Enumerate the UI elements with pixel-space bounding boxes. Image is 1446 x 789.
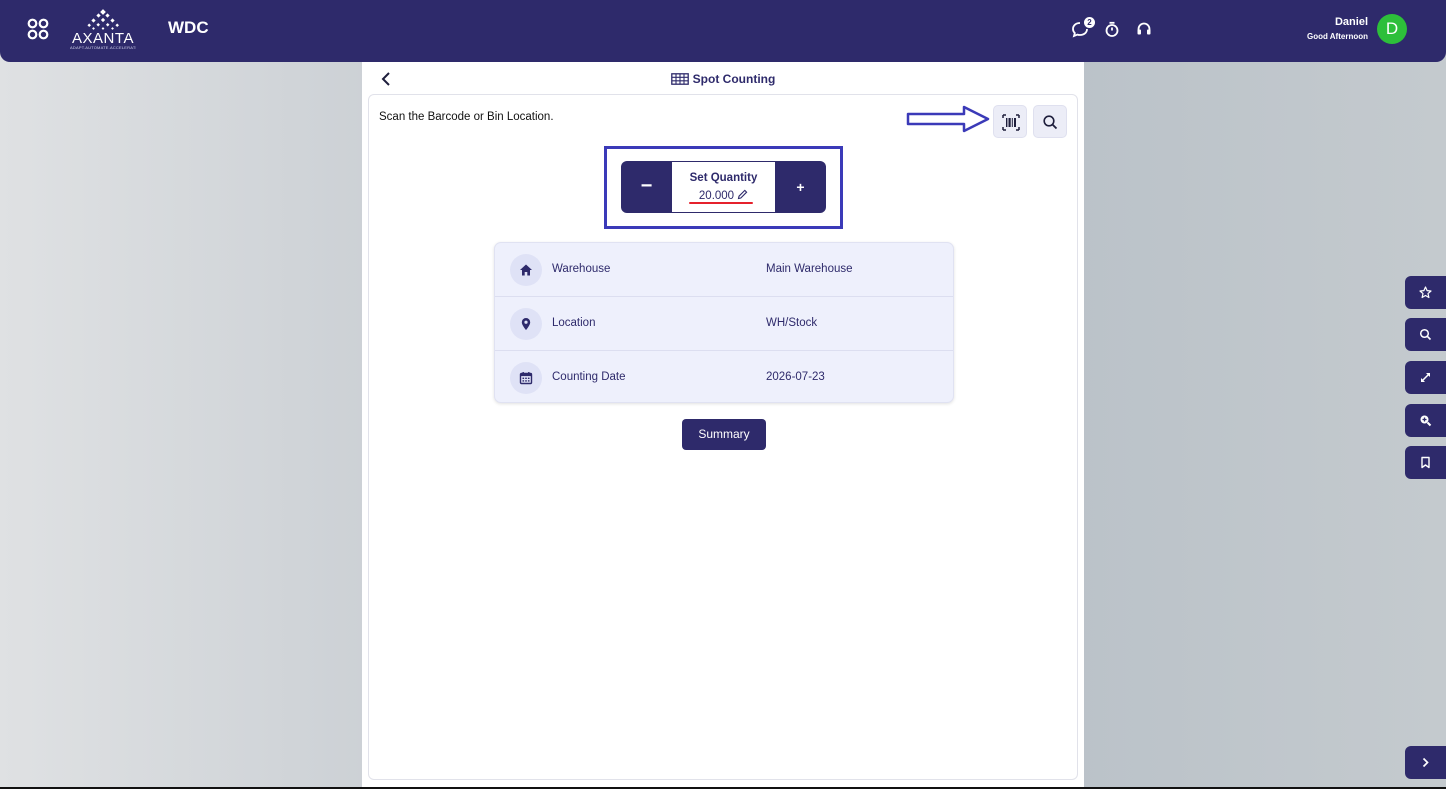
row-value: WH/Stock [766,317,818,329]
row-label: Location [552,317,596,329]
zoom-in-icon [1420,415,1432,427]
increase-quantity-button[interactable]: + [775,161,826,213]
app-name: WDC [168,18,209,37]
home-icon [520,264,532,276]
page-header: Spot Counting [362,70,1084,88]
info-row-counting-date: Counting Date 2026-07-23 [495,350,953,403]
quantity-stepper: − Set Quantity 20.000 + [621,161,826,213]
headset-support-icon[interactable] [1135,20,1153,38]
barcode-icon [1002,114,1020,131]
search-icon [1419,328,1432,341]
bookmark-icon [1421,456,1430,469]
annotation-arrow-icon [906,105,990,133]
expand-arrows-icon [1421,373,1430,382]
info-row-location: Location WH/Stock [495,296,953,349]
expand-panel-button[interactable] [1405,746,1446,779]
row-label: Counting Date [552,371,626,383]
chevron-right-icon [1422,757,1429,768]
annotation-underline [689,202,753,204]
quantity-value-row[interactable]: 20.000 [672,189,775,202]
bookmark-button[interactable] [1405,446,1446,479]
user-name: Daniel [1334,16,1368,28]
summary-button[interactable]: Summary [682,419,766,450]
star-icon [1419,286,1432,299]
quantity-display[interactable]: Set Quantity 20.000 [672,161,775,213]
barcode-scan-button[interactable] [993,105,1027,138]
row-icon-wrap [510,254,542,286]
avatar[interactable]: D [1377,14,1407,44]
info-row-warehouse: Warehouse Main Warehouse [495,243,953,296]
pencil-edit-icon[interactable] [737,189,748,200]
scan-card: Scan the Barcode or Bin Location. − Set … [368,94,1078,780]
search-button[interactable] [1033,105,1067,138]
main-panel: Spot Counting Scan the Barcode or Bin Lo… [362,62,1084,789]
page-title: Spot Counting [692,71,776,86]
quantity-label: Set Quantity [689,172,758,184]
user-greeting: Good Afternoon [1306,32,1368,41]
notification-badge: 2 [1084,17,1095,28]
row-label: Warehouse [552,263,611,275]
search-icon [1043,115,1058,130]
calendar-icon [519,372,533,385]
row-value: 2026-07-23 [766,371,825,383]
scan-prompt: Scan the Barcode or Bin Location. [379,111,554,123]
top-bar: AXANTA ADAPT.AUTOMATE.ACCELERATE. WDC 2 … [0,0,1446,62]
decrease-quantity-button[interactable]: − [621,161,672,213]
count-info-table: Warehouse Main Warehouse Location WH/Sto… [494,242,954,403]
timer-icon[interactable] [1103,20,1121,38]
apps-grid-icon[interactable] [27,18,49,40]
row-icon-wrap [510,362,542,394]
expand-button[interactable] [1405,361,1446,394]
quantity-value: 20.000 [698,190,735,202]
zoom-button[interactable] [1405,404,1446,437]
favorite-button[interactable] [1405,276,1446,309]
quick-search-button[interactable] [1405,318,1446,351]
map-pin-icon [521,318,531,330]
logo-tagline: ADAPT.AUTOMATE.ACCELERATE. [70,45,136,50]
row-value: Main Warehouse [766,263,853,275]
row-icon-wrap [510,308,542,340]
table-grid-icon [670,72,689,85]
